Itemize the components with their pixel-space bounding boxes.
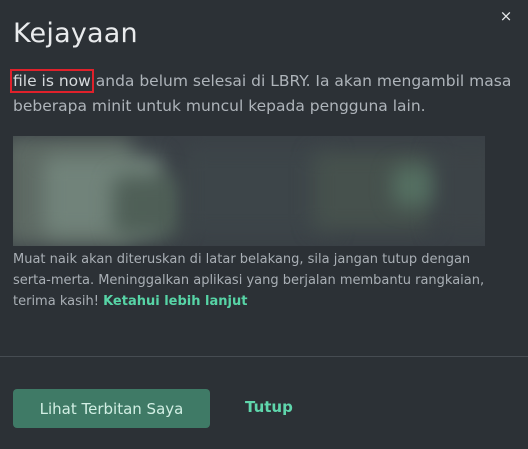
upload-note: Muat naik akan diteruskan di latar belak…	[13, 249, 503, 312]
highlighted-text: file is now	[10, 69, 94, 93]
dialog-title: Kejayaan	[13, 18, 138, 49]
thumbnail-preview	[13, 136, 485, 246]
note-text: Muat naik akan diteruskan di latar belak…	[13, 252, 485, 309]
close-icon[interactable]: ×	[498, 8, 514, 24]
close-button[interactable]: Tutup	[245, 398, 293, 416]
learn-more-link[interactable]: Ketahui lebih lanjut	[103, 294, 247, 309]
footer-divider	[0, 356, 528, 357]
success-dialog: × Kejayaan file is now anda belum selesa…	[0, 0, 528, 449]
view-publishes-button[interactable]: Lihat Terbitan Saya	[13, 389, 210, 428]
dialog-description: file is now anda belum selesai di LBRY. …	[10, 69, 513, 118]
